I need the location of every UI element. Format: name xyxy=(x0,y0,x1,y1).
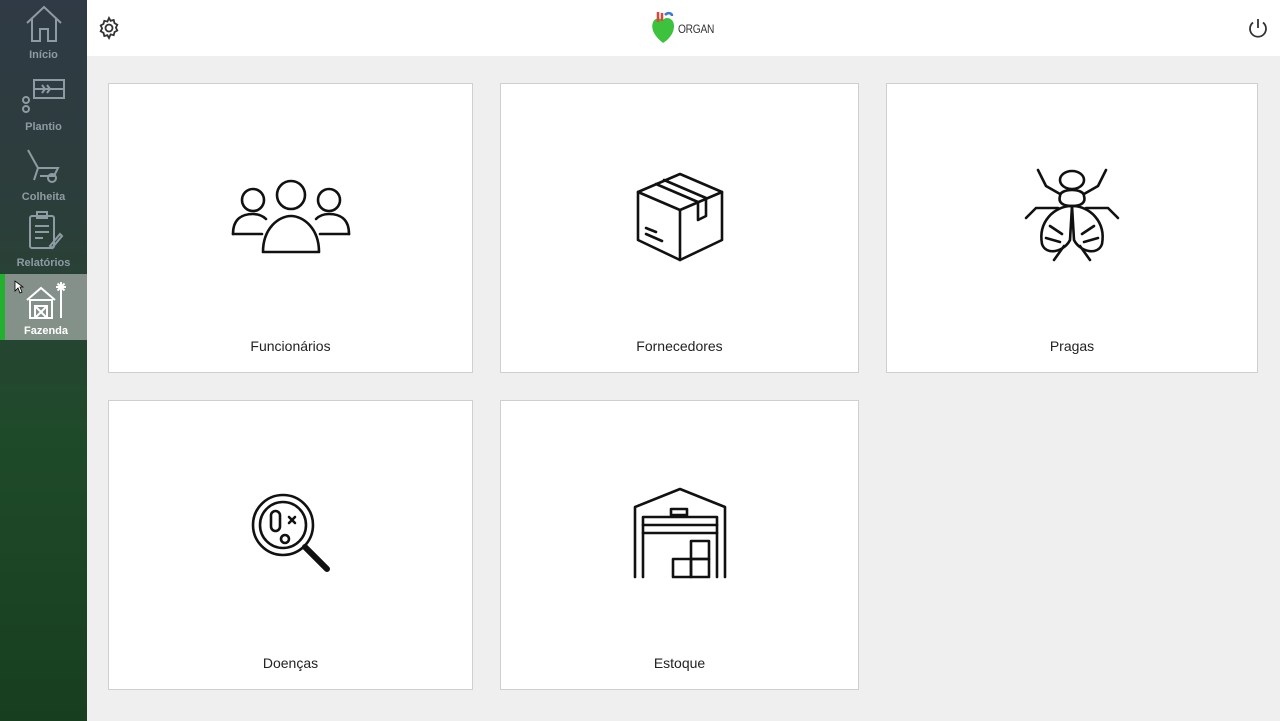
sidebar: Início Plantio Colheita Relatórios Fazen… xyxy=(0,0,87,721)
clipboard-icon xyxy=(24,210,64,255)
sidebar-item-label: Fazenda xyxy=(23,325,68,337)
people-icon xyxy=(231,178,351,263)
card-label: Estoque xyxy=(653,655,706,671)
app-logo: ORGAN xyxy=(650,10,721,49)
heart-leaf-logo-icon xyxy=(650,10,676,49)
sidebar-item-colheita[interactable]: Colheita xyxy=(0,146,87,206)
top-bar: ORGAN xyxy=(87,0,1280,56)
farm-icon xyxy=(23,278,69,323)
fly-icon xyxy=(1024,166,1120,267)
card-label: Funcionários xyxy=(250,338,331,354)
card-funcionarios[interactable]: Funcionários xyxy=(108,83,473,373)
sidebar-item-label: Colheita xyxy=(21,191,66,203)
card-pragas[interactable]: Pragas xyxy=(886,83,1258,373)
home-icon xyxy=(23,2,65,47)
sidebar-item-relatorios[interactable]: Relatórios xyxy=(0,210,87,272)
planting-icon xyxy=(20,76,68,119)
settings-button[interactable] xyxy=(97,16,121,40)
brand-name: ORGAN xyxy=(678,22,715,36)
card-doencas[interactable]: Doenças xyxy=(108,400,473,690)
sidebar-item-label: Início xyxy=(29,49,58,61)
card-label: Fornecedores xyxy=(636,338,723,354)
sidebar-item-plantio[interactable]: Plantio xyxy=(0,76,87,140)
power-icon xyxy=(1246,19,1270,44)
sidebar-item-label: Plantio xyxy=(25,121,62,133)
gear-icon xyxy=(97,16,121,44)
power-button[interactable] xyxy=(1246,16,1270,40)
card-label: Pragas xyxy=(1049,338,1095,354)
sidebar-item-label: Relatórios xyxy=(16,257,71,269)
magnifier-bacteria-icon xyxy=(249,491,333,580)
warehouse-icon xyxy=(633,487,727,586)
card-fornecedores[interactable]: Fornecedores xyxy=(500,83,859,373)
wheelbarrow-icon xyxy=(24,146,64,189)
card-label: Doenças xyxy=(262,655,319,671)
sidebar-item-inicio[interactable]: Início xyxy=(0,2,87,68)
card-estoque[interactable]: Estoque xyxy=(500,400,859,690)
box-icon xyxy=(634,170,726,269)
mouse-cursor-icon xyxy=(14,280,25,299)
